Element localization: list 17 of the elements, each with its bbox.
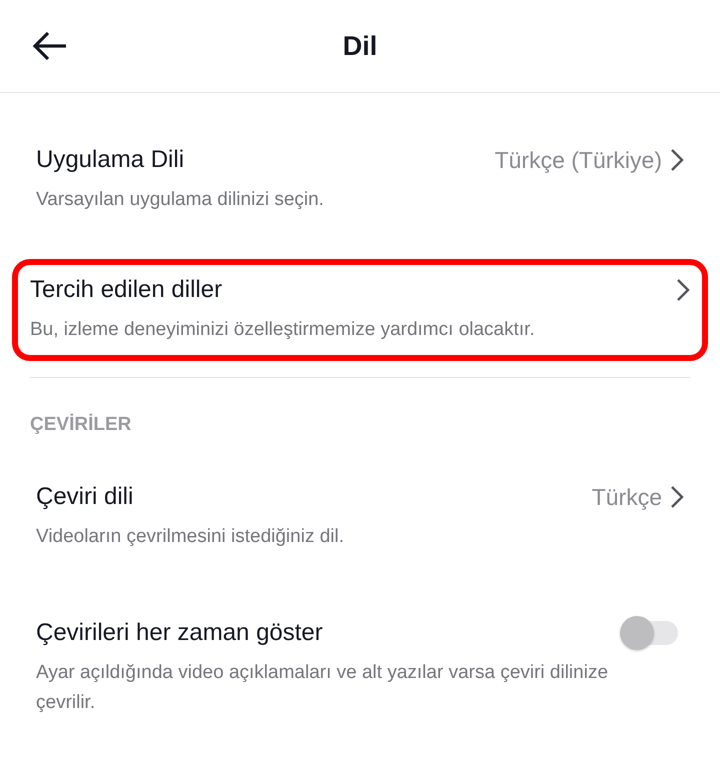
toggle-switch[interactable] — [620, 616, 680, 650]
chevron-right-icon — [670, 148, 684, 172]
back-arrow-icon[interactable] — [32, 30, 68, 62]
current-value: Türkçe — [592, 484, 662, 510]
current-value: Türkçe (Türkiye) — [494, 146, 662, 174]
setting-title[interactable]: Tercih edilen diller — [30, 276, 222, 304]
setting-description: Videoların çevrilmesini istediğiniz dil. — [36, 525, 346, 549]
chevron-right-icon — [676, 278, 690, 302]
page-title: Dil — [342, 30, 378, 62]
section-header: ÇEVİRİLER — [29, 414, 132, 436]
setting-title[interactable]: Çeviri dili — [36, 483, 134, 511]
setting-description: Bu, izleme deneyiminizi özelleştirmemize yardımcı olacaktır. — [30, 318, 536, 342]
setting-description: Varsayılan uygulama dilinizi seçin. — [36, 188, 325, 212]
setting-title[interactable]: Çevirileri her zaman göster — [36, 619, 323, 647]
chevron-right-icon — [670, 485, 684, 509]
setting-description: Ayar açıldığında video açıklamaları ve alt yazılar varsa çeviri dilinize çevrilir. — [36, 661, 610, 715]
setting-title[interactable]: Uygulama Dili — [36, 146, 184, 174]
